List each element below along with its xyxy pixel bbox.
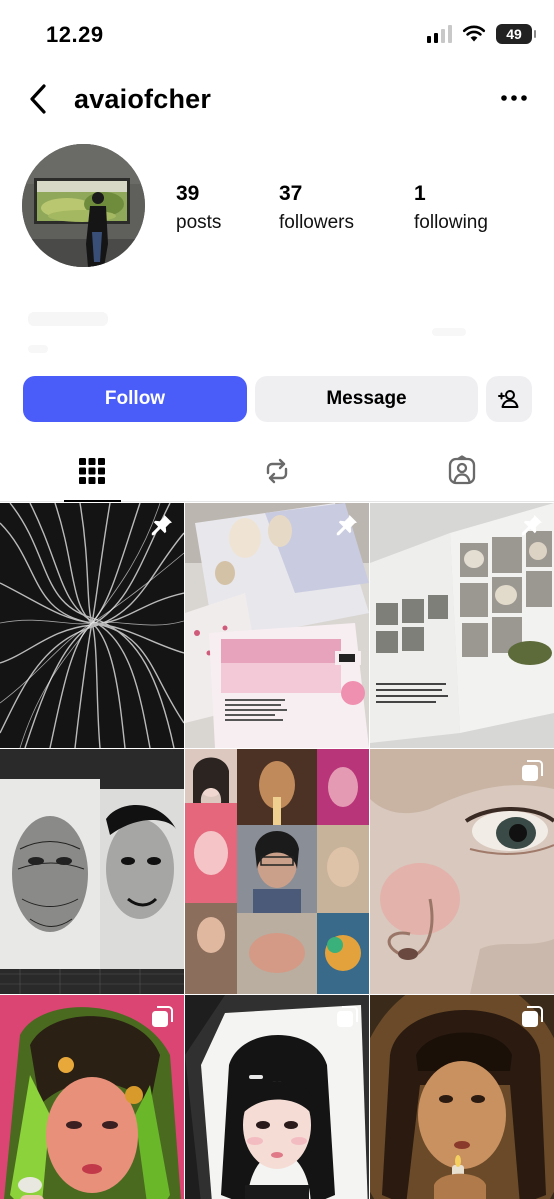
signal-icon	[427, 25, 452, 43]
following-count: 1	[414, 182, 426, 205]
status-time: 12.29	[46, 22, 104, 47]
add-person-button[interactable]	[486, 376, 532, 422]
grid-icon	[79, 457, 105, 484]
stat-posts[interactable]: 39 posts	[176, 182, 221, 234]
profile-tabs	[0, 440, 554, 502]
post-image	[185, 749, 369, 994]
repost-icon	[266, 458, 288, 483]
post-thumbnail[interactable]	[0, 503, 184, 748]
post-thumbnail[interactable]	[370, 749, 554, 994]
tagged-person-icon	[448, 454, 476, 484]
post-thumbnail[interactable]	[0, 995, 184, 1199]
post-thumbnail[interactable]	[0, 749, 184, 994]
post-image	[0, 503, 184, 748]
post-thumbnail[interactable]	[185, 749, 369, 994]
post-image	[370, 749, 554, 994]
posts-grid	[0, 503, 554, 1199]
followers-label: followers	[279, 212, 354, 233]
follow-button[interactable]: Follow	[23, 376, 247, 422]
bio-placeholder	[28, 312, 108, 326]
wifi-icon	[462, 25, 486, 42]
post-thumbnail[interactable]	[370, 995, 554, 1199]
post-image	[370, 503, 554, 748]
pin-icon	[336, 515, 357, 536]
carousel-icon	[522, 760, 543, 781]
message-button[interactable]: Message	[255, 376, 478, 422]
post-thumbnail[interactable]	[185, 503, 369, 748]
carousel-icon	[152, 1006, 173, 1027]
pin-icon	[151, 515, 172, 536]
profile-actions: Follow Message	[0, 376, 554, 422]
tab-grid[interactable]	[0, 440, 184, 502]
pin-icon	[521, 515, 542, 536]
profile-header: avaiofcher	[0, 76, 554, 124]
post-image	[0, 749, 184, 994]
battery-icon: 49	[496, 24, 536, 44]
bio-placeholder-link	[432, 328, 466, 336]
avatar-image	[22, 144, 145, 267]
add-person-icon	[498, 390, 519, 408]
status-bar: 12.29 49	[0, 0, 554, 70]
tab-tagged[interactable]	[370, 440, 554, 501]
more-options-icon[interactable]	[498, 86, 530, 110]
carousel-icon	[337, 1006, 358, 1027]
following-label: following	[414, 212, 488, 233]
followers-count: 37	[279, 182, 303, 205]
tab-reposts[interactable]	[185, 440, 369, 501]
avatar[interactable]	[22, 144, 145, 267]
carousel-icon	[522, 1006, 543, 1027]
bio-placeholder-line	[28, 345, 48, 353]
stat-followers[interactable]: 37 followers	[279, 182, 354, 234]
tab-selected-indicator	[64, 500, 121, 502]
posts-count: 39	[176, 182, 200, 205]
profile-summary: 39 posts 37 followers 1 following	[0, 144, 554, 274]
post-thumbnail[interactable]	[370, 503, 554, 748]
back-arrow-icon[interactable]	[24, 82, 54, 116]
posts-label: posts	[176, 212, 222, 233]
post-image	[185, 503, 369, 748]
post-thumbnail[interactable]	[185, 995, 369, 1199]
stat-following[interactable]: 1 following	[414, 182, 488, 234]
status-icons: 49	[427, 24, 536, 44]
profile-username: avaiofcher	[74, 84, 212, 114]
